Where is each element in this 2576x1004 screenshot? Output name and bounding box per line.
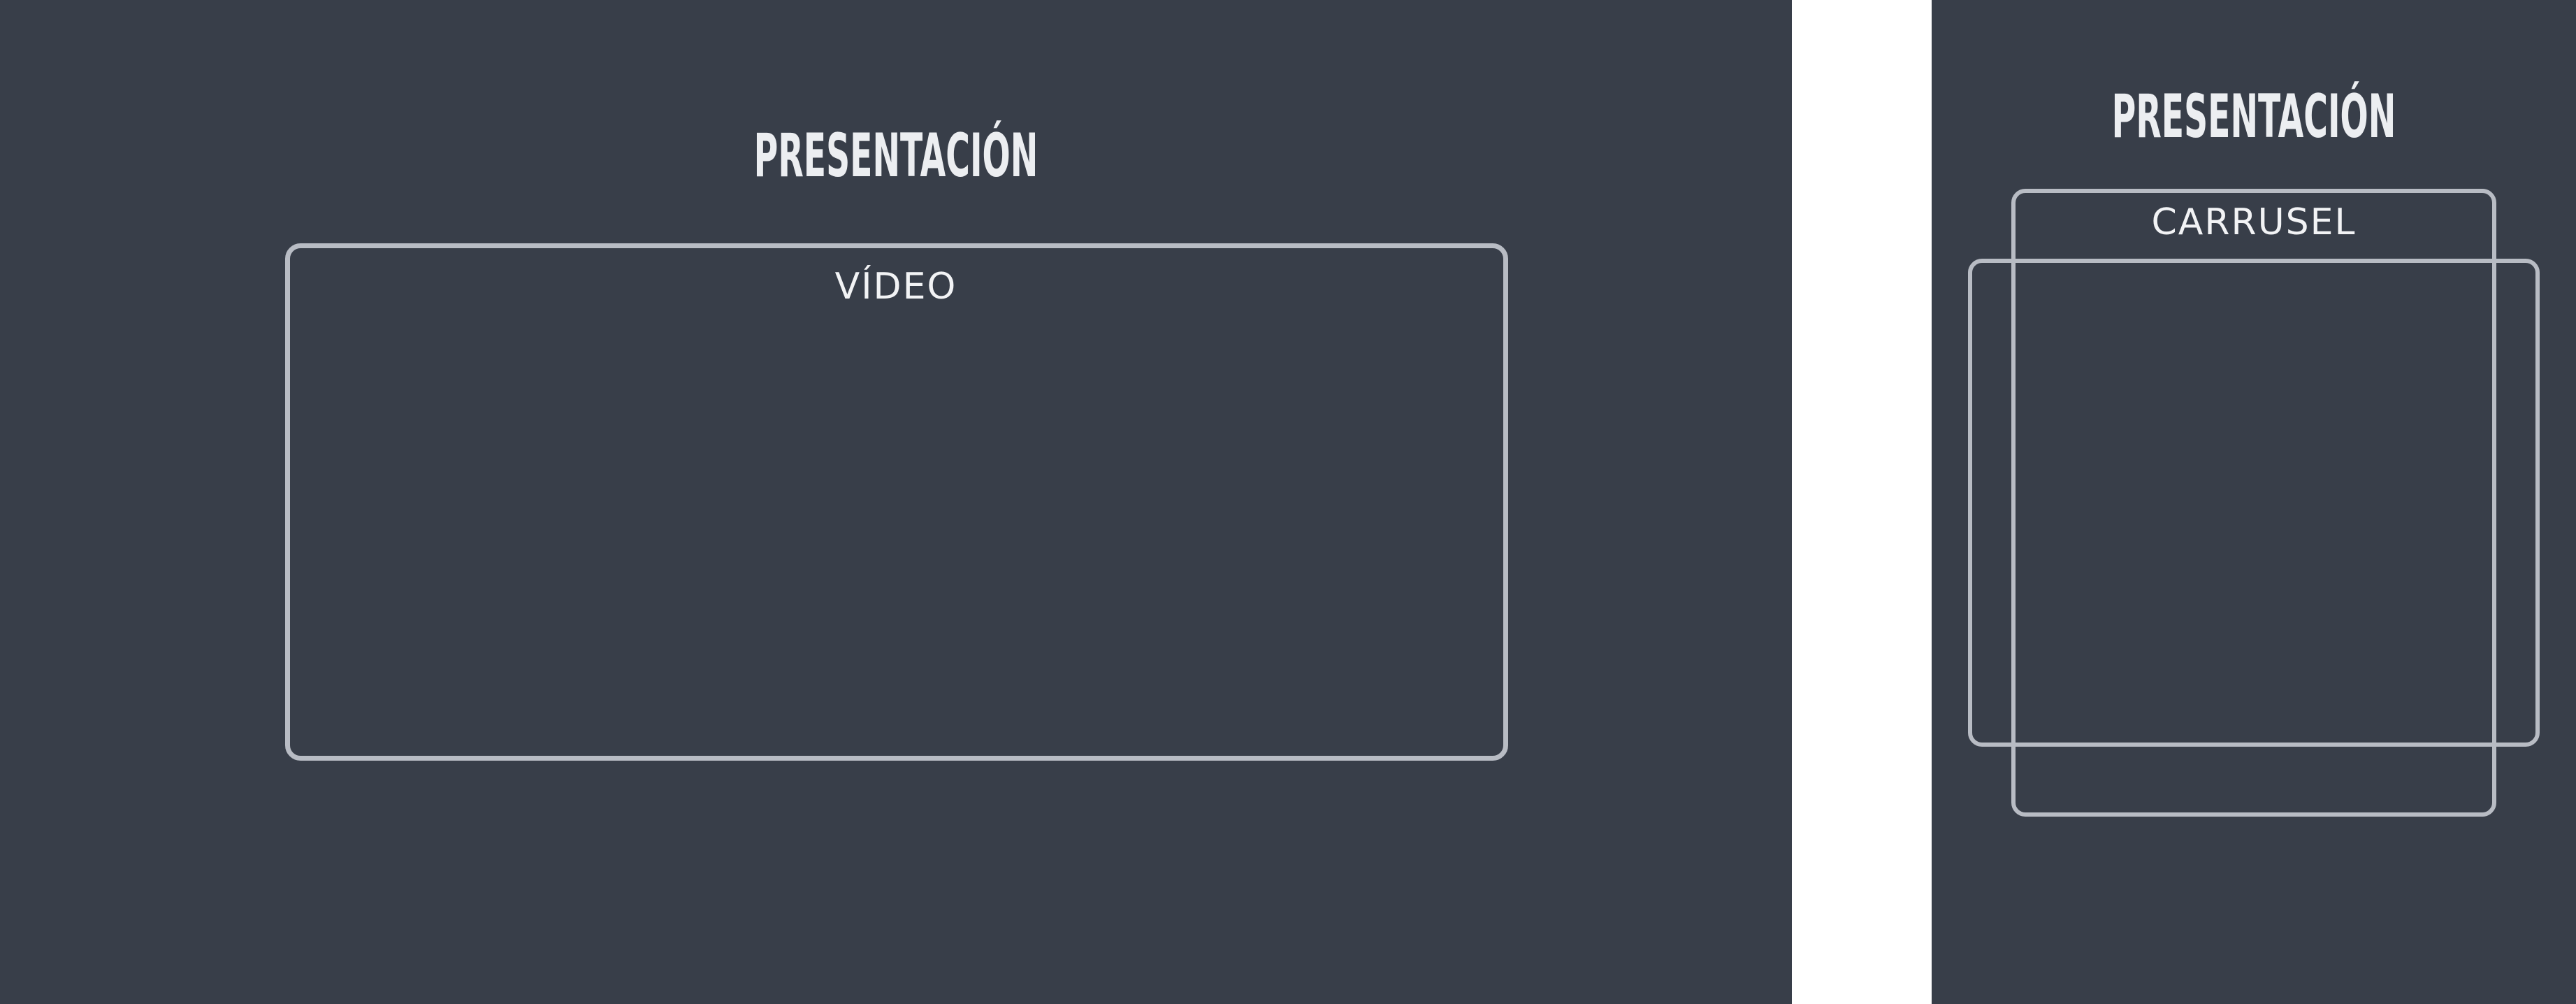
video-panel-title: PRESENTACIÓN [753, 121, 1039, 191]
video-layout-panel: PRESENTACIÓN VÍDEO [0, 0, 1792, 1004]
carousel-layout-panel: PRESENTACIÓN CARRUSEL [1932, 0, 2576, 1004]
video-frame-label: VÍDEO [834, 266, 957, 308]
carousel-frame-front [1968, 259, 2540, 747]
carousel-frame-label: CARRUSEL [2151, 201, 2357, 243]
carousel-panel-title: PRESENTACIÓN [2111, 82, 2396, 152]
video-frame [285, 243, 1508, 761]
